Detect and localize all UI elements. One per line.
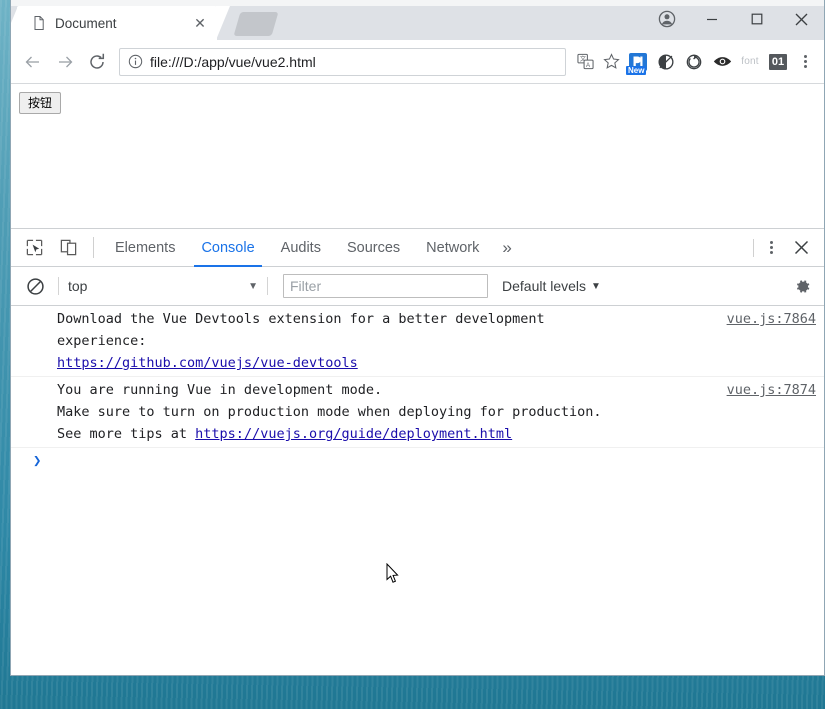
- devtools-close-icon[interactable]: [784, 230, 818, 266]
- devtools-tab-bar: Elements Console Audits Sources Network …: [11, 229, 824, 267]
- console-filter-input[interactable]: Filter: [283, 274, 488, 298]
- console-filter-bar: top ▼ Filter Default levels ▼: [11, 267, 824, 306]
- devtools-tab-audits[interactable]: Audits: [268, 229, 334, 266]
- console-message-source[interactable]: vue.js:7864: [727, 308, 816, 330]
- zero-one-icon[interactable]: 01: [764, 47, 792, 77]
- chevron-down-icon: ▼: [248, 280, 258, 292]
- toolbar-divider: [93, 237, 94, 258]
- new-tab-button[interactable]: [233, 12, 279, 36]
- devtools-tab-elements[interactable]: Elements: [102, 229, 188, 266]
- console-context-label: top: [68, 278, 88, 294]
- tab-strip: Document ✕: [11, 0, 824, 40]
- console-message[interactable]: Download the Vue Devtools extension for …: [11, 306, 824, 377]
- devtools-tab-sources[interactable]: Sources: [334, 229, 413, 266]
- devtools-tab-label: Elements: [115, 239, 176, 256]
- devtools-panel: Elements Console Audits Sources Network …: [11, 229, 824, 675]
- page-icon: [31, 15, 47, 31]
- browser-tab-document[interactable]: Document ✕: [11, 6, 230, 40]
- profile-avatar-icon[interactable]: [645, 0, 689, 38]
- tabbar-divider: [753, 238, 754, 257]
- font-icon[interactable]: font: [736, 47, 764, 77]
- console-message-link[interactable]: https://github.com/vuejs/vue-devtools: [57, 355, 358, 371]
- console-message-text: Download the Vue Devtools extension for …: [57, 308, 713, 374]
- filterbar-divider-2: [267, 277, 268, 295]
- browser-toolbar: file:///D:/app/vue/vue2.html 文 A New fon…: [11, 40, 824, 84]
- devtools-tab-network[interactable]: Network: [413, 229, 492, 266]
- devtools-tab-label: Sources: [346, 239, 401, 256]
- eye-icon[interactable]: [708, 47, 736, 77]
- console-context-selector[interactable]: top ▼: [68, 278, 258, 294]
- extension-icons: New font 01: [624, 47, 792, 77]
- console-message-line: Download the Vue Devtools extension for …: [57, 311, 545, 327]
- tab-title: Document: [55, 15, 117, 31]
- reload-button[interactable]: [81, 46, 113, 78]
- font-icon-label: font: [741, 56, 759, 67]
- forward-button[interactable]: [49, 46, 81, 78]
- devtools-tabbar-actions: [751, 229, 824, 266]
- address-bar[interactable]: file:///D:/app/vue/vue2.html: [119, 47, 566, 76]
- window-close-button[interactable]: [779, 0, 824, 38]
- moon-icon[interactable]: [652, 47, 680, 77]
- console-message-line: You are running Vue in development mode.: [57, 382, 383, 398]
- console-message-line: Make sure to turn on production mode whe…: [57, 404, 602, 420]
- translate-icon[interactable]: 文 A: [572, 49, 598, 75]
- window-controls: [645, 0, 824, 38]
- chevron-down-icon: ▼: [591, 280, 601, 292]
- console-message-text: You are running Vue in development mode.…: [57, 379, 713, 445]
- window-minimize-button[interactable]: [689, 0, 734, 38]
- devtools-tab-label: Console: [201, 239, 255, 256]
- kebab-menu-icon[interactable]: [792, 47, 818, 77]
- inspect-element-icon[interactable]: [17, 229, 51, 266]
- filterbar-divider: [58, 277, 59, 295]
- devtools-more-tabs-icon[interactable]: »: [492, 229, 521, 266]
- console-prompt-caret: ❯: [33, 453, 42, 469]
- back-button[interactable]: [17, 46, 49, 78]
- device-toolbar-icon[interactable]: [51, 229, 85, 266]
- console-message-line: experience:: [57, 333, 147, 349]
- tabbar-spacer: [522, 229, 751, 266]
- devtools-tab-console[interactable]: Console: [188, 229, 267, 267]
- zero-one-icon-label: 01: [769, 53, 787, 70]
- devtools-menu-icon[interactable]: [758, 233, 784, 263]
- console-output[interactable]: Download the Vue Devtools extension for …: [11, 306, 824, 675]
- browser-window: Document ✕ file:///D:/app/vue/vue2.html …: [10, 0, 825, 676]
- console-message-link[interactable]: https://vuejs.org/guide/deployment.html: [195, 426, 512, 442]
- vue-devtools-badge: New: [626, 65, 647, 75]
- page-action-button[interactable]: 按钮: [19, 92, 62, 114]
- console-levels-selector[interactable]: Default levels ▼: [502, 278, 601, 294]
- devtools-tab-label: Audits: [280, 239, 321, 256]
- console-prompt[interactable]: ❯: [11, 448, 824, 474]
- console-levels-label: Default levels: [502, 278, 587, 294]
- page-viewport: 按钮: [11, 84, 824, 229]
- devtools-tab-label: Network: [426, 239, 480, 256]
- console-message-source[interactable]: vue.js:7874: [727, 379, 816, 401]
- address-bar-url: file:///D:/app/vue/vue2.html: [150, 53, 316, 70]
- gear-icon[interactable]: [788, 272, 816, 300]
- console-message[interactable]: You are running Vue in development mode.…: [11, 377, 824, 448]
- info-icon[interactable]: [128, 54, 143, 69]
- refresh-circle-icon[interactable]: [680, 47, 708, 77]
- tab-close-icon[interactable]: ✕: [191, 14, 209, 32]
- bookmark-star-icon[interactable]: [598, 49, 624, 75]
- console-filter-placeholder: Filter: [290, 278, 322, 294]
- clear-console-icon[interactable]: [21, 272, 49, 300]
- console-message-line: See more tips at: [57, 426, 196, 442]
- vue-devtools-icon[interactable]: New: [624, 47, 652, 77]
- window-maximize-button[interactable]: [734, 0, 779, 38]
